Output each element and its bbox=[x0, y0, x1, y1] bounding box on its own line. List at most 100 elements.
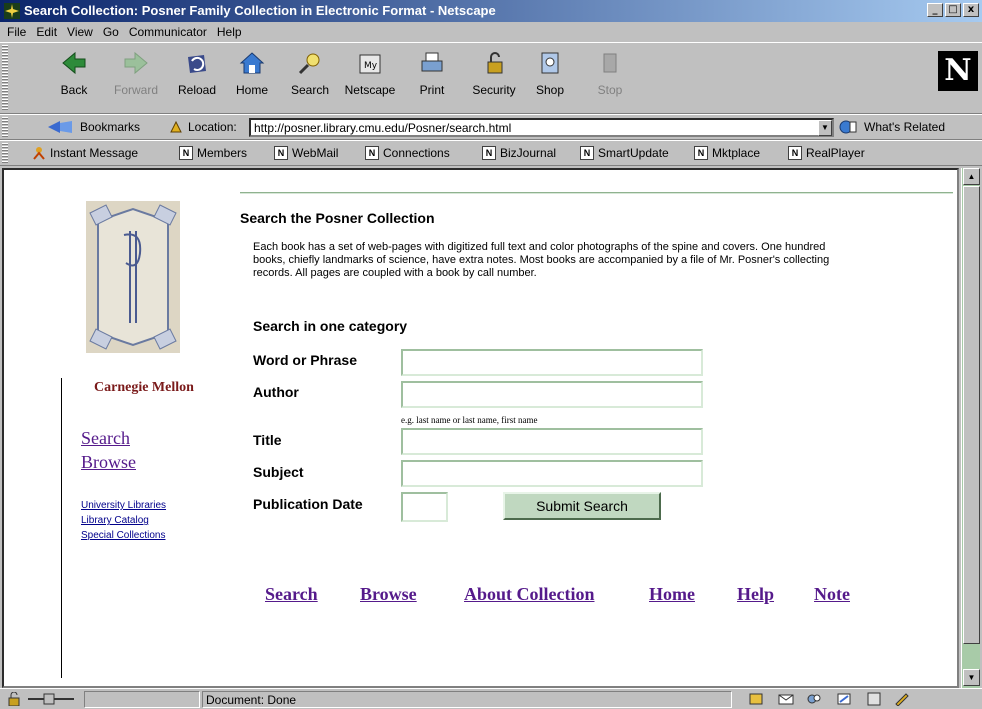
window-title: Search Collection: Posner Family Collect… bbox=[24, 3, 496, 18]
print-label: Print bbox=[419, 83, 445, 97]
word-phrase-input[interactable] bbox=[401, 349, 703, 376]
realplayer-button[interactable]: N RealPlayer bbox=[788, 146, 865, 160]
page-title: Search the Posner Collection bbox=[240, 210, 435, 226]
bookmarks-button[interactable]: Bookmarks bbox=[46, 119, 140, 135]
carnegie-mellon-label: Carnegie Mellon bbox=[94, 380, 194, 395]
stop-label: Stop bbox=[597, 83, 623, 97]
close-button[interactable]: x bbox=[963, 3, 979, 17]
search-icon bbox=[298, 53, 320, 75]
toolbar-grip[interactable] bbox=[2, 117, 8, 137]
back-button[interactable]: Back bbox=[44, 47, 104, 109]
author-hint: e.g. last name or last name, first name bbox=[401, 415, 538, 425]
status-text: Document: Done bbox=[202, 691, 732, 708]
connection-icon bbox=[28, 693, 74, 705]
menu-edit[interactable]: Edit bbox=[31, 25, 62, 39]
publication-date-label: Publication Date bbox=[253, 496, 363, 512]
menu-file[interactable]: File bbox=[2, 25, 31, 39]
print-button[interactable]: Print bbox=[402, 47, 462, 109]
instant-message-label: Instant Message bbox=[50, 146, 139, 160]
bookmarks-label: Bookmarks bbox=[80, 120, 141, 134]
sidebar-search-link[interactable]: Search bbox=[81, 428, 130, 449]
address-book-icon[interactable] bbox=[866, 692, 882, 706]
author-input[interactable] bbox=[401, 381, 703, 408]
title-input[interactable] bbox=[401, 428, 703, 455]
progress-cell bbox=[84, 691, 200, 708]
search-button[interactable]: Search bbox=[280, 47, 340, 109]
publication-date-input[interactable] bbox=[401, 492, 448, 522]
component-bar-icon[interactable] bbox=[748, 692, 764, 706]
maximize-button[interactable]: □ bbox=[945, 3, 961, 17]
footer-about-link[interactable]: About Collection bbox=[464, 584, 595, 605]
webmail-button[interactable]: N WebMail bbox=[274, 146, 338, 160]
search-label: Search bbox=[290, 83, 330, 97]
reload-button[interactable]: Reload bbox=[167, 47, 227, 109]
svg-text:My: My bbox=[364, 61, 378, 71]
title-label: Title bbox=[253, 432, 282, 448]
subject-label: Subject bbox=[253, 464, 304, 480]
edit-pencil-icon[interactable] bbox=[894, 692, 910, 706]
netscape-app-icon bbox=[4, 3, 20, 19]
footer-note-link[interactable]: Note bbox=[814, 584, 850, 605]
menu-communicator[interactable]: Communicator bbox=[124, 25, 212, 39]
netscape-icon: My bbox=[359, 54, 381, 74]
bizjournal-button[interactable]: N BizJournal bbox=[482, 146, 556, 160]
home-button[interactable]: Home bbox=[222, 47, 282, 109]
university-libraries-link[interactable]: University Libraries bbox=[81, 500, 166, 511]
stop-icon bbox=[603, 53, 617, 73]
composer-icon[interactable] bbox=[836, 692, 852, 706]
forward-button[interactable]: Forward bbox=[106, 47, 166, 109]
scroll-up-icon[interactable]: ▲ bbox=[963, 168, 980, 185]
footer-home-link[interactable]: Home bbox=[649, 584, 695, 605]
mktplace-button[interactable]: N Mktplace bbox=[694, 146, 760, 160]
security-button[interactable]: Security bbox=[464, 47, 524, 109]
footer-help-link[interactable]: Help bbox=[737, 584, 774, 605]
print-icon bbox=[421, 52, 443, 72]
bookmark-page-icon: N bbox=[274, 146, 288, 160]
shop-button[interactable]: Shop bbox=[520, 47, 580, 109]
netscape-label: Netscape bbox=[344, 83, 396, 97]
stop-button[interactable]: Stop bbox=[580, 47, 640, 109]
toolbar-grip[interactable] bbox=[2, 45, 8, 111]
webmail-label: WebMail bbox=[292, 146, 339, 160]
security-label: Security bbox=[472, 83, 516, 97]
special-collections-link[interactable]: Special Collections bbox=[81, 530, 166, 541]
library-catalog-link[interactable]: Library Catalog bbox=[81, 515, 149, 526]
url-dropdown-icon[interactable]: ▼ bbox=[818, 120, 832, 136]
bookmark-page-icon: N bbox=[694, 146, 708, 160]
instant-message-button[interactable]: Instant Message bbox=[32, 146, 138, 160]
toolbar-grip[interactable] bbox=[2, 143, 8, 163]
scroll-down-icon[interactable]: ▼ bbox=[963, 669, 980, 686]
bookmark-page-icon: N bbox=[179, 146, 193, 160]
menu-view[interactable]: View bbox=[62, 25, 98, 39]
sidebar-browse-link[interactable]: Browse bbox=[81, 452, 136, 473]
shop-label: Shop bbox=[535, 83, 565, 97]
footer-browse-link[interactable]: Browse bbox=[360, 584, 417, 605]
mail-icon[interactable] bbox=[778, 692, 794, 706]
netscape-logo[interactable]: N bbox=[938, 51, 978, 91]
smartupdate-button[interactable]: N SmartUpdate bbox=[580, 146, 669, 160]
members-button[interactable]: N Members bbox=[179, 146, 247, 160]
navigation-toolbar: Back Forward Reload Home Search My Netsc… bbox=[0, 42, 982, 114]
vertical-scrollbar[interactable]: ▲ ▼ bbox=[961, 168, 980, 688]
menu-help[interactable]: Help bbox=[212, 25, 247, 39]
page-content[interactable]: Carnegie Mellon Search Browse University… bbox=[2, 168, 959, 688]
netscape-button[interactable]: My Netscape bbox=[340, 47, 400, 109]
title-bar: Search Collection: Posner Family Collect… bbox=[0, 0, 982, 22]
submit-search-button[interactable]: Submit Search bbox=[503, 492, 661, 520]
minimize-button[interactable]: _ bbox=[927, 3, 943, 17]
url-input[interactable]: http://posner.library.cmu.edu/Posner/sea… bbox=[249, 118, 834, 137]
security-lock-icon[interactable] bbox=[6, 692, 22, 706]
scroll-thumb[interactable] bbox=[963, 186, 980, 644]
subject-input[interactable] bbox=[401, 460, 703, 487]
lock-icon bbox=[487, 52, 503, 74]
menu-bar: File Edit View Go Communicator Help bbox=[0, 22, 982, 42]
connections-button[interactable]: N Connections bbox=[365, 146, 450, 160]
menu-go[interactable]: Go bbox=[98, 25, 124, 39]
bizjournal-label: BizJournal bbox=[500, 146, 557, 160]
discussion-icon[interactable] bbox=[806, 692, 822, 706]
footer-search-link[interactable]: Search bbox=[265, 584, 318, 605]
status-bar: Document: Done bbox=[0, 688, 982, 709]
reload-label: Reload bbox=[177, 83, 217, 97]
whats-related-button[interactable]: What's Related bbox=[838, 119, 945, 135]
location-toolbar: Bookmarks Location: http://posner.librar… bbox=[0, 114, 982, 140]
